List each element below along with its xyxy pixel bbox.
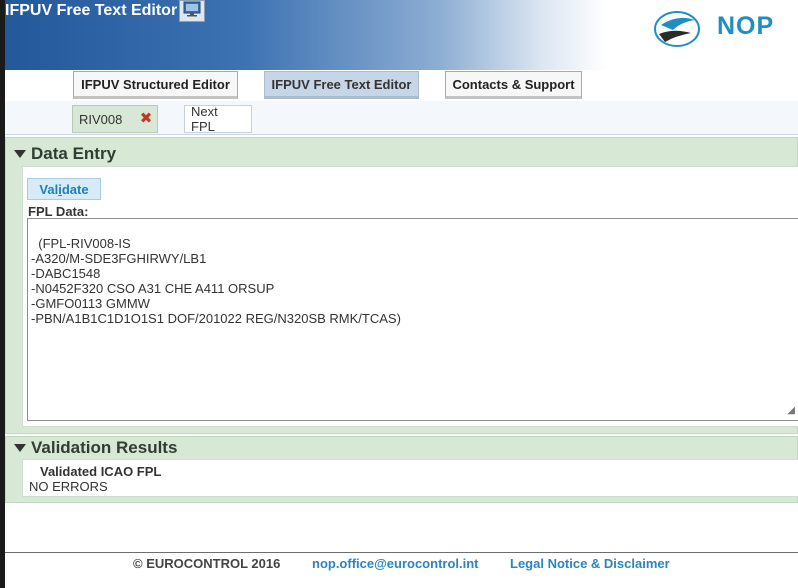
fpl-data-text: (FPL-RIV008-IS -A320/M-SDE3FGHIRWY/LB1 -…: [31, 236, 401, 326]
tab-free-text-editor[interactable]: IFPUV Free Text Editor: [264, 71, 419, 99]
logo-text: NOP: [717, 12, 775, 40]
doc-tab-label: RIV008: [79, 111, 123, 127]
tab-structured-editor[interactable]: IFPUV Structured Editor: [73, 71, 238, 99]
fpl-data-label: FPL Data:: [28, 204, 89, 219]
validation-status: NO ERRORS: [29, 479, 108, 494]
validate-label-part: date: [61, 181, 89, 197]
app-title: IFPUV Free Text Editor: [5, 2, 178, 19]
collapse-triangle-icon: [14, 149, 26, 158]
monitor-icon: [183, 1, 201, 22]
resize-grip-icon[interactable]: ◢: [787, 403, 795, 418]
validated-icao-fpl-label: Validated ICAO FPL: [40, 464, 162, 479]
doc-tab-riv008[interactable]: RIV008 ✖: [72, 105, 158, 133]
data-entry-toggle[interactable]: Data Entry: [14, 144, 116, 164]
footer-copyright: © EUROCONTROL 2016: [133, 556, 281, 571]
tab-contacts-support[interactable]: Contacts & Support: [445, 71, 582, 99]
doc-tab-label: Next FPL: [191, 104, 218, 134]
data-entry-title: Data Entry: [31, 144, 117, 163]
fpl-data-textarea[interactable]: (FPL-RIV008-IS -A320/M-SDE3FGHIRWY/LB1 -…: [27, 218, 798, 421]
footer-email-link[interactable]: nop.office@eurocontrol.int: [312, 556, 479, 571]
doc-tab-next-fpl[interactable]: Next FPL: [184, 104, 252, 134]
nop-logo: NOP: [651, 6, 791, 50]
main-tabs: IFPUV Structured Editor IFPUV Free Text …: [5, 70, 798, 102]
nop-logo-icon: [654, 11, 700, 47]
close-icon[interactable]: ✖: [139, 111, 153, 126]
validation-results-toggle[interactable]: Validation Results: [14, 438, 177, 458]
validation-results-title: Validation Results: [31, 438, 178, 457]
header-banner: IFPUV Free Text Editor NOP: [5, 0, 798, 70]
validate-label-part: Val: [39, 181, 59, 197]
validate-button[interactable]: Val i date: [27, 178, 101, 200]
collapse-triangle-icon: [14, 443, 26, 452]
footer-divider: [5, 552, 798, 553]
footer-legal-link[interactable]: Legal Notice & Disclaimer: [510, 556, 670, 571]
monitor-button[interactable]: [179, 0, 205, 22]
document-tabs: RIV008 ✖ Next FPL: [5, 101, 798, 135]
